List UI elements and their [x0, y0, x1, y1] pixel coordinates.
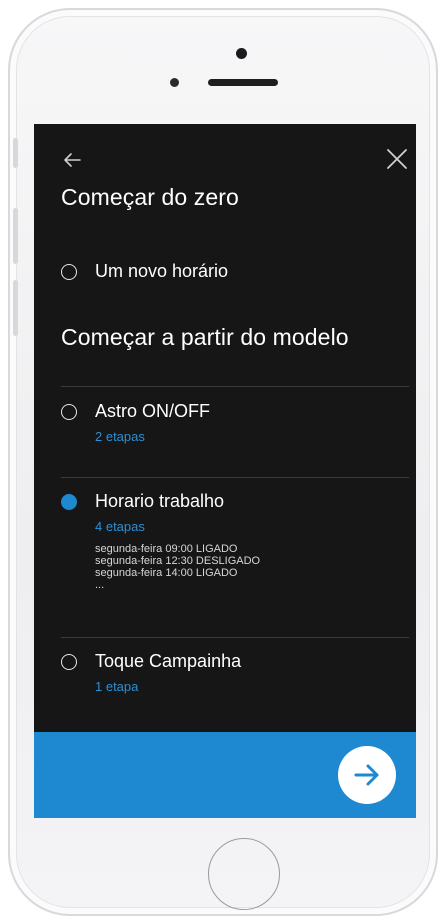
template-step-list: segunda-feira 09:00 LIGADO segunda-feira… [95, 543, 260, 591]
template-steps: 2 etapas [95, 429, 145, 444]
divider [61, 477, 409, 478]
front-camera [236, 48, 247, 59]
template-steps: 1 etapa [95, 679, 139, 694]
radio-unchecked-icon[interactable] [61, 654, 77, 670]
arrow-left-icon[interactable] [60, 148, 84, 172]
step-detail: segunda-feira 14:00 LIGADO [95, 567, 238, 579]
close-icon[interactable] [384, 146, 410, 172]
earpiece-speaker [208, 79, 278, 86]
section-title-from-template: Começar a partir do modelo [61, 324, 349, 350]
divider [61, 386, 409, 387]
home-button[interactable] [208, 838, 280, 910]
section-title-from-scratch: Começar do zero [61, 184, 239, 210]
proximity-sensor [170, 78, 179, 87]
radio-checked-icon[interactable] [61, 494, 77, 510]
template-title: Toque Campainha [95, 651, 242, 671]
step-detail: segunda-feira 12:30 DESLIGADO [95, 555, 261, 567]
volume-up-button [13, 208, 18, 264]
divider [61, 637, 409, 638]
volume-down-button [13, 280, 18, 336]
option-label: Um novo horário [95, 261, 229, 281]
radio-unchecked-icon[interactable] [61, 264, 77, 280]
mute-switch [13, 138, 18, 168]
page: Começar do zero Um novo horário Começar … [0, 0, 446, 924]
app-screen: Começar do zero Um novo horário Começar … [34, 124, 416, 818]
template-title: Horario trabalho [95, 491, 225, 511]
step-detail: segunda-feira 09:00 LIGADO [95, 543, 238, 555]
next-button[interactable] [338, 746, 396, 804]
bottom-action-bar [34, 732, 416, 818]
radio-unchecked-icon[interactable] [61, 404, 77, 420]
template-steps: 4 etapas [95, 519, 145, 534]
arrow-right-icon [354, 764, 379, 786]
step-detail-ellipsis: ... [95, 579, 105, 591]
template-title: Astro ON/OFF [95, 401, 211, 421]
